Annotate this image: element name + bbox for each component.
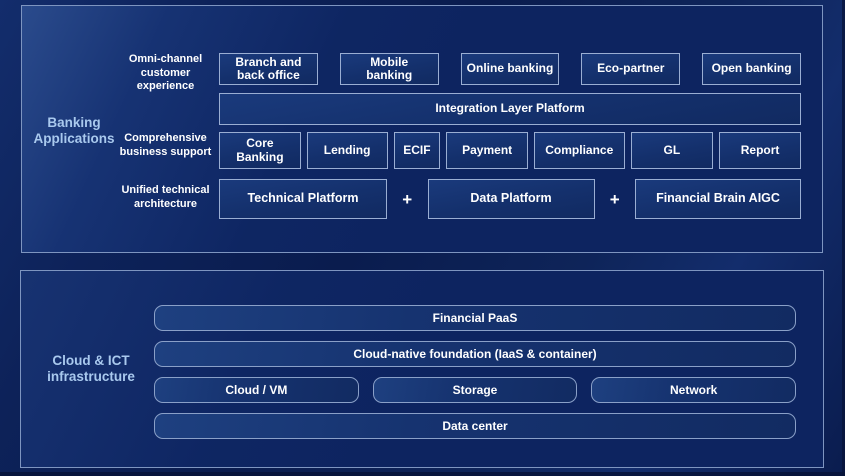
slide-background: Banking Applications Omni-channel custom… xyxy=(0,0,845,476)
app-ecif: ECIF xyxy=(394,132,441,169)
plus-icon: + xyxy=(610,191,620,208)
row-label-business-support: Comprehensive business support xyxy=(118,132,213,159)
infra-resources-row: Cloud / VM Storage Network xyxy=(154,377,796,403)
infra-financial-paas: Financial PaaS xyxy=(154,305,796,331)
app-branch-back-office: Branch and back office xyxy=(219,53,318,85)
infra-cloud-native-foundation: Cloud-native foundation (IaaS & containe… xyxy=(154,341,796,367)
row-label-omni-channel: Omni-channel customer experience xyxy=(118,53,213,94)
infra-storage: Storage xyxy=(373,377,578,403)
plus-gap: + xyxy=(387,179,428,219)
platform-data: Data Platform xyxy=(428,179,595,219)
business-support-row: Core Banking Lending ECIF Payment Compli… xyxy=(219,132,801,169)
cloud-ict-title: Cloud & ICT infrastructure xyxy=(21,353,161,385)
app-mobile-banking: Mobile banking xyxy=(340,53,439,85)
infra-cloud-vm: Cloud / VM xyxy=(154,377,359,403)
app-payment: Payment xyxy=(446,132,528,169)
app-gl: GL xyxy=(631,132,714,169)
app-compliance: Compliance xyxy=(534,132,625,169)
app-core-banking: Core Banking xyxy=(219,132,301,169)
omni-channel-row: Branch and back office Mobile banking On… xyxy=(219,53,801,85)
plus-gap: + xyxy=(595,179,636,219)
app-lending: Lending xyxy=(307,132,388,169)
app-open-banking: Open banking xyxy=(702,53,801,85)
infra-network: Network xyxy=(591,377,796,403)
cloud-ict-panel: Cloud & ICT infrastructure Financial Paa… xyxy=(20,270,824,468)
banking-applications-title: Banking Applications xyxy=(22,115,126,147)
bottom-edge xyxy=(0,472,845,476)
platform-technical: Technical Platform xyxy=(219,179,387,219)
platform-financial-brain-aigc: Financial Brain AIGC xyxy=(635,179,801,219)
technical-architecture-row: Technical Platform + Data Platform + Fin… xyxy=(219,179,801,219)
integration-layer-platform-bar: Integration Layer Platform xyxy=(219,93,801,125)
app-online-banking: Online banking xyxy=(461,53,560,85)
row-label-technical-architecture: Unified technical architecture xyxy=(118,184,213,211)
infra-data-center: Data center xyxy=(154,413,796,439)
app-report: Report xyxy=(719,132,801,169)
infrastructure-stack: Financial PaaS Cloud-native foundation (… xyxy=(154,305,796,439)
plus-icon: + xyxy=(402,191,412,208)
app-eco-partner: Eco-partner xyxy=(581,53,680,85)
banking-applications-panel: Banking Applications Omni-channel custom… xyxy=(21,5,823,253)
